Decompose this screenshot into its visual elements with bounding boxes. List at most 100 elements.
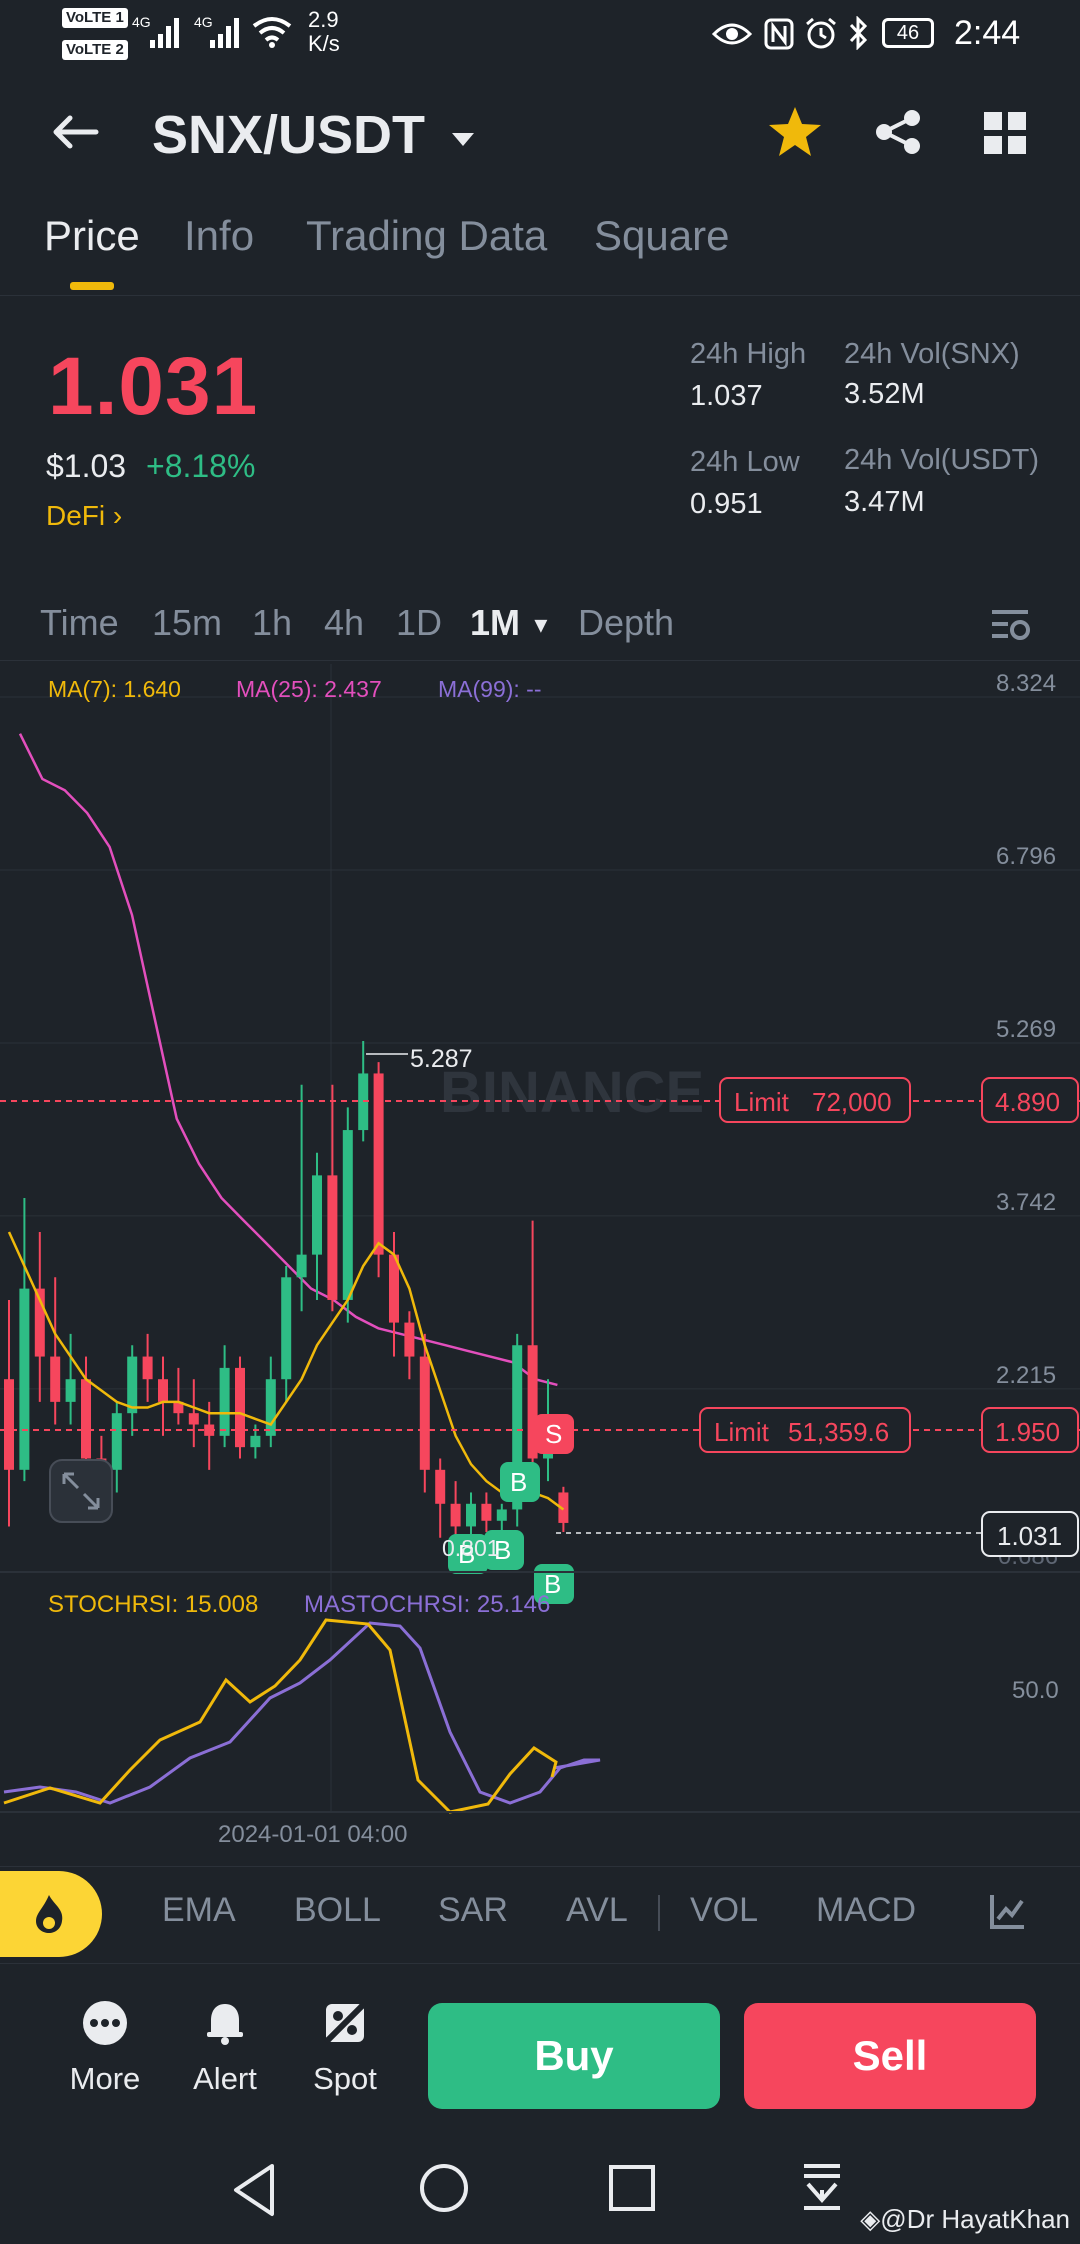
candle-body [481, 1503, 492, 1521]
low-marker: 0.801 [442, 1535, 500, 1561]
expand-chart-button[interactable] [49, 1459, 113, 1523]
candle-body [111, 1413, 122, 1470]
candle-body [4, 1379, 14, 1470]
ind-boll[interactable]: BOLL [294, 1891, 381, 1930]
indicator-settings-icon[interactable] [988, 1891, 1028, 1931]
stochrsi-label: STOCHRSI: 15.008 [48, 1591, 258, 1618]
author-watermark: ◈@Dr HayatKhan [860, 2204, 1070, 2234]
alert-label: Alert [193, 2061, 257, 2096]
nav-back-icon[interactable] [230, 2162, 280, 2218]
tf-4h[interactable]: 4h [324, 602, 364, 644]
ind-macd[interactable]: MACD [816, 1891, 916, 1930]
wifi-icon [252, 17, 292, 48]
tf-1d[interactable]: 1D [396, 602, 442, 644]
category-tag[interactable]: DeFi › [46, 500, 122, 532]
ind-ema[interactable]: EMA [162, 1891, 236, 1930]
y-tick-label: 2.215 [996, 1362, 1056, 1389]
flame-icon [36, 1895, 63, 1933]
tf-time[interactable]: Time [40, 602, 119, 644]
tab-info[interactable]: Info [184, 212, 254, 260]
candle-body [142, 1356, 153, 1380]
ma99-label: MA(99): -- [438, 676, 542, 702]
ind-vol[interactable]: VOL [690, 1891, 758, 1930]
share-icon[interactable] [874, 108, 922, 156]
candle-body [496, 1509, 507, 1521]
y-tick-label: 5.269 [996, 1016, 1056, 1043]
nav-home-icon[interactable] [418, 2162, 470, 2214]
limit-buy-qty: 51,359.6 [788, 1417, 889, 1447]
star-icon[interactable] [766, 104, 824, 160]
nav-recents-icon[interactable] [608, 2164, 656, 2212]
spot-icon [323, 2001, 367, 2045]
alert-action[interactable]: Alert [170, 2000, 280, 2097]
bell-icon [207, 2004, 243, 2045]
stoch-axis-50: 50.0 [1012, 1677, 1059, 1704]
tab-square[interactable]: Square [594, 212, 729, 260]
sim2-badge: VoLTE 2 [62, 40, 128, 60]
more-label: More [69, 2061, 141, 2096]
candle-body [404, 1322, 415, 1357]
last-price: 1.031 [48, 341, 259, 432]
stochrsi-line [3, 1618, 558, 1814]
tab-trading-data[interactable]: Trading Data [306, 212, 547, 260]
vol-quote-label: 24h Vol(USDT) [844, 444, 1040, 476]
limit-sell-qty: 72,000 [812, 1087, 892, 1117]
sell-button[interactable]: Sell [744, 2003, 1036, 2109]
ind-avl[interactable]: AVL [566, 1891, 628, 1930]
back-arrow-icon[interactable] [50, 112, 100, 152]
candle-body [450, 1503, 461, 1527]
buy-button[interactable]: Buy [428, 2003, 720, 2109]
high-marker: 5.287 [410, 1045, 473, 1073]
candle-body [158, 1379, 168, 1402]
candle-body [327, 1175, 338, 1300]
candle-body [435, 1469, 446, 1504]
buy-marker-1[interactable]: B [500, 1462, 540, 1502]
buy-marker-label: B [510, 1467, 527, 1497]
vol-base-value: 3.52M [844, 378, 925, 410]
candle-body [219, 1367, 230, 1436]
tf-15m[interactable]: 15m [152, 602, 222, 644]
candle-body [127, 1356, 138, 1414]
limit-sell-label: Limit [734, 1087, 790, 1117]
nav-dropdown-icon[interactable] [800, 2162, 844, 2212]
caret-down-icon [452, 132, 475, 146]
pair-selector[interactable]: SNX/USDT [152, 104, 476, 166]
eye-icon [712, 23, 752, 45]
more-icon [83, 2001, 127, 2045]
mastochrsi-line [3, 1621, 601, 1805]
current-price-value: 1.031 [997, 1521, 1062, 1551]
tab-price[interactable]: Price [44, 212, 140, 260]
tf-1h[interactable]: 1h [252, 602, 292, 644]
chart-settings-icon[interactable] [990, 606, 1030, 644]
nfc-icon [764, 18, 794, 50]
candle-body [265, 1379, 276, 1436]
candle-body [81, 1379, 91, 1459]
hot-indicator-button[interactable] [0, 1871, 102, 1957]
tf-1m[interactable]: 1M ▼ [470, 602, 552, 644]
tf-depth[interactable]: Depth [578, 602, 674, 644]
spot-action[interactable]: Spot [290, 2000, 400, 2097]
y-tick-label: 8.324 [996, 670, 1056, 697]
sell-marker[interactable]: S [534, 1414, 574, 1454]
alarm-icon [806, 17, 836, 49]
candle-body [312, 1175, 322, 1255]
vol-quote-value: 3.47M [844, 486, 925, 518]
net-speed: 2.9 K/s [308, 7, 340, 56]
chevron-right-icon: › [112, 500, 123, 531]
candle-body [188, 1413, 199, 1425]
indicator-divider [658, 1895, 660, 1931]
ind-sar[interactable]: SAR [438, 1891, 508, 1930]
chart-grid [0, 696, 1080, 1390]
status-bar: VoLTE 1 VoLTE 2 4G 4G 2.9 K/s 46 2:44 [0, 0, 1080, 70]
candle-body [65, 1379, 76, 1402]
more-action[interactable]: More [50, 2000, 160, 2097]
vol-base-label: 24h Vol(SNX) [844, 338, 1020, 370]
low-value: 0.951 [690, 488, 763, 520]
grid-icon[interactable] [984, 112, 1026, 154]
price-chart[interactable]: MA(7): 1.640 MA(25): 2.437 MA(99): -- 8.… [0, 664, 1080, 1864]
y-axis-ticks: 8.324 6.796 5.269 3.742 2.215 [996, 670, 1056, 1389]
timeframe-bar: Time 15m 1h 4h 1D 1M ▼ Depth [0, 590, 1080, 661]
signal2-icon [210, 18, 239, 48]
caret-down-icon: ▼ [530, 612, 552, 638]
tab-active-indicator [70, 282, 114, 290]
